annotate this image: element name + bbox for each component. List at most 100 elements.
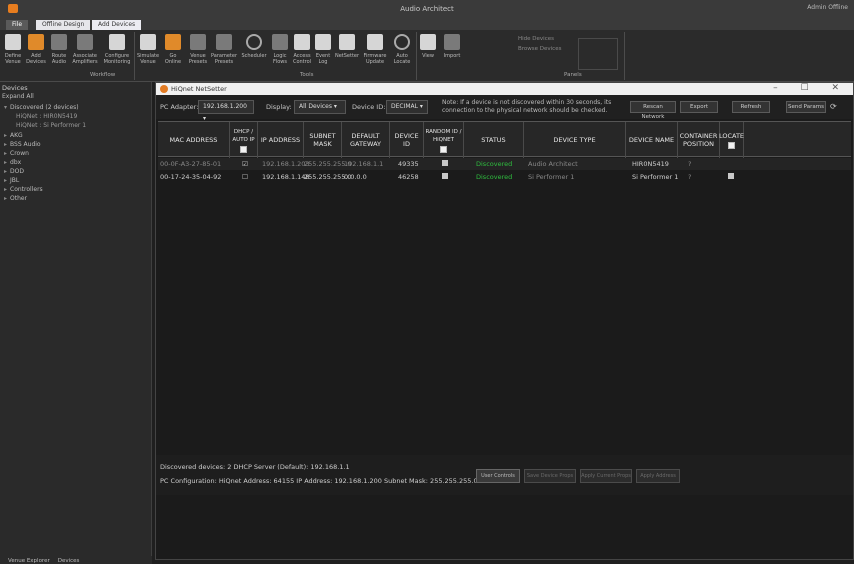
cell-gateway[interactable]: 0.0.0.0 bbox=[344, 173, 367, 181]
export-button[interactable]: Export bbox=[680, 101, 718, 113]
access-control-icon bbox=[294, 34, 310, 50]
col-device-id[interactable]: DEVICE ID bbox=[390, 122, 424, 158]
expand-all-link[interactable]: Expand All bbox=[2, 93, 34, 100]
parameter-presets-button[interactable]: Parameter Presets bbox=[210, 34, 238, 65]
cell-random-id[interactable] bbox=[442, 173, 448, 181]
configure-monitoring-icon bbox=[109, 34, 125, 50]
tree-item-dbx[interactable]: ▸ dbx bbox=[4, 159, 21, 166]
cell-dhcp[interactable]: ☑ bbox=[242, 160, 248, 168]
cell-container: ? bbox=[688, 160, 692, 168]
random-id-checkbox[interactable] bbox=[442, 160, 448, 166]
hide-devices-button[interactable]: Hide Devices bbox=[518, 36, 554, 42]
netsetter-button[interactable]: NetSetter bbox=[334, 34, 360, 59]
browse-devices-button[interactable]: Browse Devices bbox=[518, 46, 561, 52]
col-locate[interactable]: LOCATE bbox=[719, 122, 744, 158]
device-id-select[interactable]: DECIMAL ▾ bbox=[386, 100, 428, 114]
netsetter-title: HiQnet NetSetter bbox=[171, 85, 227, 93]
col-mac-address[interactable]: MAC ADDRESS bbox=[158, 122, 230, 158]
table-row[interactable]: 00-0F-A3-27-85-01 ☑ 192.168.1.203 255.25… bbox=[158, 158, 851, 170]
venue-presets-button[interactable]: Venue Presets bbox=[188, 34, 208, 65]
chevron-right-icon: ▸ bbox=[4, 177, 8, 184]
col-random-id[interactable]: RANDOM ID / HiQNET bbox=[424, 122, 464, 158]
window-controls[interactable]: – ☐ ✕ bbox=[773, 83, 849, 93]
locate-checkbox[interactable] bbox=[728, 173, 734, 181]
cell-ip[interactable]: 192.168.1.203 bbox=[262, 160, 310, 168]
cell-device-id[interactable]: 46258 bbox=[398, 173, 419, 181]
col-device-name[interactable]: DEVICE NAME bbox=[626, 122, 678, 158]
dhcp-all-checkbox[interactable] bbox=[240, 145, 247, 153]
cell-device-name[interactable]: HIR0N5419 bbox=[632, 160, 669, 168]
add-devices-icon bbox=[28, 34, 44, 50]
col-dhcp[interactable]: DHCP / AUTO IP bbox=[230, 122, 258, 158]
tree-item-jbl[interactable]: ▸ JBL bbox=[4, 177, 19, 184]
tab-file[interactable]: File bbox=[6, 20, 29, 30]
netsetter-icon bbox=[339, 34, 355, 50]
tab-add-devices[interactable]: Add Devices bbox=[92, 20, 142, 30]
tree-item-bss[interactable]: ▸ BSS Audio bbox=[4, 141, 41, 148]
table-row[interactable]: 00-17-24-35-04-92 ☐ 192.168.1.148 255.25… bbox=[158, 171, 851, 183]
logic-flows-button[interactable]: Logic Flows bbox=[270, 34, 290, 65]
configure-monitoring-button[interactable]: Configure Monitoring bbox=[102, 34, 132, 65]
define-venue-button[interactable]: Define Venue bbox=[3, 34, 23, 65]
window-title-bar: Audio Architect Admin Offline bbox=[0, 0, 854, 18]
send-params-button[interactable]: Send Params bbox=[786, 101, 826, 113]
col-subnet-mask[interactable]: SUBNET MASK bbox=[304, 122, 342, 158]
apply-address-button[interactable]: Apply Address bbox=[636, 469, 680, 483]
help-icon[interactable]: ⟳ bbox=[830, 102, 837, 111]
event-log-button[interactable]: Event Log bbox=[313, 34, 333, 65]
discovery-note: Note: If a device is not discovered with… bbox=[442, 99, 612, 114]
tab-venue-explorer[interactable]: Venue Explorer bbox=[8, 558, 50, 564]
col-ip-address[interactable]: IP ADDRESS bbox=[258, 122, 304, 158]
apply-current-props-button[interactable]: Apply Current Props bbox=[580, 469, 632, 483]
col-container-position[interactable]: CONTAINER POSITION bbox=[678, 122, 720, 158]
logic-flows-icon bbox=[272, 34, 288, 50]
simulate-venue-button[interactable]: Simulate Venue bbox=[136, 34, 160, 65]
tab-offline-design[interactable]: Offline Design bbox=[36, 20, 91, 30]
pc-adapter-label: PC Adapter: bbox=[160, 103, 199, 111]
tree-item-controllers[interactable]: ▸ Controllers bbox=[4, 186, 43, 193]
locate-all-checkbox[interactable] bbox=[728, 141, 735, 149]
panels-preview bbox=[578, 38, 618, 70]
random-id-checkbox[interactable] bbox=[442, 173, 448, 179]
cell-gateway[interactable]: 192.168.1.1 bbox=[344, 160, 383, 168]
tree-item-device[interactable]: HiQNet : Si Performer 1 bbox=[16, 122, 86, 129]
firmware-update-button[interactable]: Firmware Update bbox=[362, 34, 388, 65]
tree-item-discovered[interactable]: ▾ Discovered (2 devices) bbox=[4, 104, 79, 111]
user-controls-button[interactable]: User Controls bbox=[476, 469, 520, 483]
ribbon-separator bbox=[134, 32, 135, 80]
tree-item-device[interactable]: HiQNet : HIR0N5419 bbox=[16, 113, 77, 120]
auto-locate-button[interactable]: Auto Locate bbox=[390, 34, 414, 65]
col-status[interactable]: STATUS bbox=[464, 122, 524, 158]
col-device-type[interactable]: DEVICE TYPE bbox=[524, 122, 626, 158]
route-audio-button[interactable]: Route Audio bbox=[49, 34, 69, 65]
tree-item-akg[interactable]: ▸ AKG bbox=[4, 132, 23, 139]
pc-adapter-select[interactable]: 192.168.1.200 ▾ bbox=[198, 100, 254, 122]
save-device-props-button[interactable]: Save Device Props bbox=[524, 469, 576, 483]
go-online-button[interactable]: Go Online bbox=[162, 34, 184, 65]
ribbon-separator bbox=[624, 32, 625, 80]
cell-device-id[interactable]: 49335 bbox=[398, 160, 419, 168]
cell-random-id[interactable] bbox=[442, 160, 448, 168]
display-select[interactable]: All Devices ▾ bbox=[294, 100, 346, 114]
tree-item-other[interactable]: ▸ Other bbox=[4, 195, 27, 202]
view-button[interactable]: View bbox=[418, 34, 438, 59]
tree-item-crown[interactable]: ▸ Crown bbox=[4, 150, 29, 157]
rescan-network-button[interactable]: Rescan Network bbox=[630, 101, 676, 120]
tree-item-dod[interactable]: ▸ DOD bbox=[4, 168, 24, 175]
venue-presets-icon bbox=[190, 34, 206, 50]
cell-dhcp[interactable]: ☐ bbox=[242, 173, 248, 181]
associate-amplifiers-button[interactable]: Associate Amplifiers bbox=[72, 34, 98, 65]
auto-locate-icon bbox=[394, 34, 410, 50]
add-devices-button[interactable]: Add Devices bbox=[26, 34, 46, 65]
refresh-button[interactable]: Refresh bbox=[732, 101, 770, 113]
access-control-button[interactable]: Access Control bbox=[292, 34, 312, 65]
cell-device-name[interactable]: Si Performer 1 bbox=[632, 173, 678, 181]
cell-ip[interactable]: 192.168.1.148 bbox=[262, 173, 310, 181]
display-label: Display: bbox=[266, 103, 292, 111]
col-default-gateway[interactable]: DEFAULT GATEWAY bbox=[342, 122, 390, 158]
random-id-all-checkbox[interactable] bbox=[440, 145, 447, 153]
import-icon bbox=[444, 34, 460, 50]
tab-devices[interactable]: Devices bbox=[58, 558, 80, 564]
import-button[interactable]: Import bbox=[440, 34, 464, 59]
scheduler-button[interactable]: Scheduler bbox=[240, 34, 268, 59]
